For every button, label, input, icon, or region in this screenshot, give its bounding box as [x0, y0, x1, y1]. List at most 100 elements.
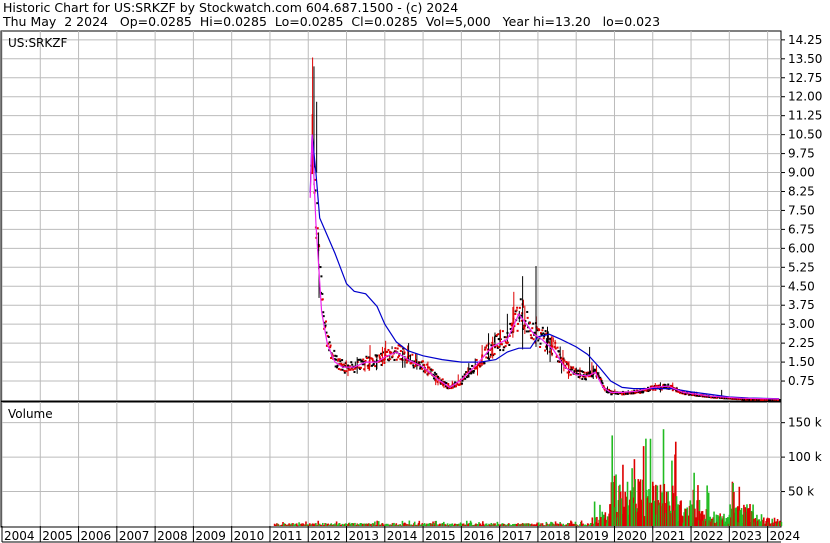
price-point: [537, 339, 540, 342]
price-point: [393, 358, 396, 361]
price-tick-label: 7.50: [788, 203, 815, 217]
price-point: [339, 360, 342, 363]
price-point: [337, 367, 340, 370]
stock-chart: 14.25 13.50 12.75 12.00 11.25 10.50 9.75 9.00 8.…: [0, 30, 822, 543]
price-tick-label: 6.00: [788, 241, 815, 255]
price-point: [399, 350, 402, 353]
price-point: [503, 336, 506, 339]
price-point: [321, 292, 324, 295]
price-point: [539, 342, 542, 345]
price-point: [431, 369, 434, 372]
x-tick-label: 2012: [310, 529, 341, 543]
price-point: [542, 337, 545, 340]
price-point: [395, 358, 398, 361]
price-tick-label: 1.50: [788, 355, 815, 369]
volume-bar: [760, 514, 763, 526]
price-point: [500, 343, 503, 346]
price-point: [350, 361, 353, 364]
x-tick-label: 2008: [157, 529, 188, 543]
price-point: [464, 377, 467, 380]
volume-bar: [295, 523, 298, 526]
price-point: [319, 266, 322, 269]
price-point: [526, 316, 529, 319]
price-point: [322, 311, 325, 314]
price-point: [352, 368, 355, 371]
x-tick-label: 2023: [731, 529, 762, 543]
x-tick-label: 2011: [272, 529, 303, 543]
price-tick-label: 11.25: [788, 109, 822, 123]
x-tick-label: 2022: [693, 529, 724, 543]
price-point: [519, 298, 522, 301]
price-point: [515, 309, 518, 312]
x-tick-label: 2017: [502, 529, 533, 543]
x-tick-label: 2016: [463, 529, 494, 543]
volume-tick-label: 100 k: [788, 450, 822, 464]
x-tick-label: 2005: [42, 529, 73, 543]
price-point: [351, 363, 354, 366]
price-point: [316, 227, 319, 230]
price-tick-label: 4.50: [788, 279, 815, 293]
price-tick-label: 8.25: [788, 184, 815, 198]
volume-bar: [377, 521, 380, 526]
price-point: [501, 330, 504, 333]
price-point: [541, 329, 544, 332]
price-point: [585, 378, 588, 381]
volume-tick-label: 150 k: [788, 416, 822, 430]
x-tick-label: 2024: [770, 529, 801, 543]
price-tick-label: 10.50: [788, 128, 822, 142]
price-point: [386, 350, 389, 353]
price-point: [581, 377, 584, 380]
x-tick-label: 2014: [387, 529, 418, 543]
price-point: [328, 341, 331, 344]
price-point: [372, 363, 375, 366]
price-point: [460, 382, 463, 385]
price-point: [347, 364, 350, 367]
price-tick-label: 3.00: [788, 317, 815, 331]
price-point: [504, 345, 507, 348]
price-point: [532, 322, 535, 325]
price-point: [455, 385, 458, 388]
price-point: [335, 355, 338, 358]
volume-bar: [446, 523, 449, 526]
price-point: [538, 329, 541, 332]
price-point: [412, 364, 415, 367]
price-point: [556, 346, 559, 349]
volume-tick-label: 50 k: [788, 485, 814, 499]
price-point: [544, 349, 547, 352]
x-tick-label: 2009: [195, 529, 226, 543]
price-point: [667, 383, 670, 386]
price-point: [600, 380, 603, 383]
price-point: [489, 355, 492, 358]
price-point: [563, 359, 566, 362]
price-point: [539, 346, 542, 349]
price-point: [497, 333, 500, 336]
price-point: [335, 358, 338, 361]
price-point: [516, 306, 519, 309]
x-tick-label: 2019: [578, 529, 609, 543]
price-point: [362, 358, 365, 361]
volume-bar: [780, 521, 783, 526]
price-point: [526, 310, 529, 313]
price-point: [321, 298, 324, 301]
price-point: [366, 356, 369, 359]
price-point: [569, 373, 572, 376]
x-tick-label: 2004: [4, 529, 35, 543]
price-point: [391, 355, 394, 358]
price-point: [572, 366, 575, 369]
price-point: [541, 326, 544, 329]
price-point: [394, 347, 397, 350]
price-point: [359, 366, 362, 369]
price-point: [475, 358, 478, 361]
price-tick-label: 12.00: [788, 90, 822, 104]
x-tick-label: 2013: [349, 529, 380, 543]
price-point: [499, 349, 502, 352]
price-point: [339, 368, 342, 371]
x-tick-label: 2021: [655, 529, 686, 543]
price-tick-label: 12.75: [788, 71, 822, 85]
price-point: [502, 349, 505, 352]
price-point: [485, 344, 488, 347]
price-point: [531, 327, 534, 330]
price-tick-label: 14.25: [788, 33, 822, 47]
price-tick-label: 3.75: [788, 298, 815, 312]
price-point: [483, 362, 486, 365]
